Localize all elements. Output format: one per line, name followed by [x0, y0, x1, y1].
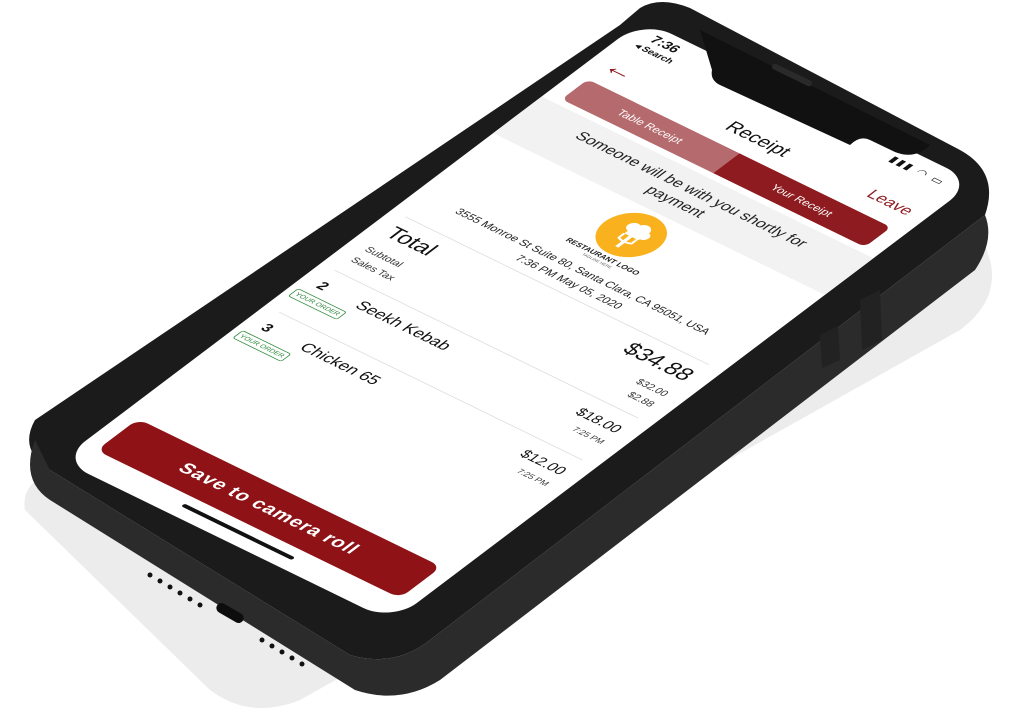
your-order-badge: YOUR ORDER	[232, 330, 292, 362]
item-name: Seekh Kebab	[350, 298, 456, 354]
item-name: Chicken 65	[295, 340, 385, 388]
item-quantity: 2	[312, 279, 334, 293]
your-order-badge: YOUR ORDER	[287, 288, 348, 321]
item-quantity: 3	[256, 321, 278, 335]
phone-device: 7:36 ◂ Search ▮▮▮ ◠ ▭ ← Receipt Leave Ta…	[0, 0, 1011, 724]
